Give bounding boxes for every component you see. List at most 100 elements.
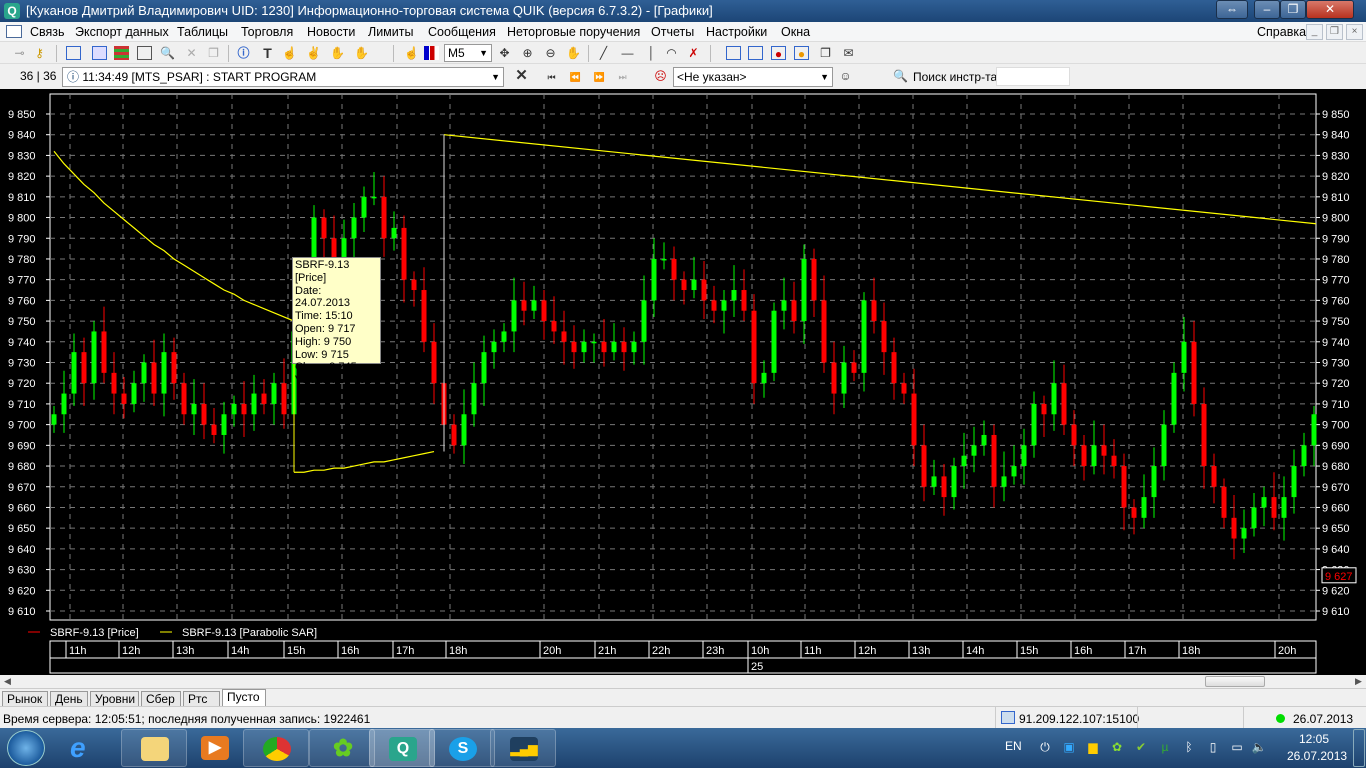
scroll-left-icon[interactable]: ◀ — [4, 676, 11, 687]
candle[interactable] — [1221, 478, 1227, 529]
mdi-close-button[interactable]: × — [1346, 24, 1363, 40]
candle[interactable] — [321, 209, 327, 262]
candle[interactable] — [1211, 453, 1217, 504]
candle[interactable] — [1171, 362, 1177, 433]
candle[interactable] — [781, 277, 787, 330]
interval-select[interactable]: M5 ▼ — [444, 44, 492, 62]
candle[interactable] — [1191, 321, 1197, 417]
hand-stop-icon[interactable]: ✋ — [354, 46, 369, 60]
tab-1[interactable]: День — [50, 691, 88, 707]
zoom-out-icon[interactable]: ⊖ — [543, 46, 558, 60]
stop-table-icon[interactable]: ● — [771, 46, 786, 61]
candle[interactable] — [181, 372, 187, 425]
taskbar-quik[interactable]: Q — [369, 729, 435, 767]
delete-drawing-icon[interactable]: ✗ — [686, 46, 701, 60]
search-table-icon[interactable]: 🔍 — [160, 46, 175, 60]
candle[interactable] — [891, 337, 897, 400]
candle[interactable] — [141, 354, 147, 402]
info-icon[interactable]: ⓘ — [236, 46, 251, 60]
legend-label[interactable]: SBRF-9.13 [Parabolic SAR] — [182, 627, 317, 639]
candle[interactable] — [1101, 424, 1107, 475]
candle[interactable] — [1041, 395, 1047, 438]
new-chart-icon[interactable] — [92, 46, 107, 60]
cancel-table-icon[interactable]: ✕ — [184, 46, 199, 60]
candle[interactable] — [1141, 474, 1147, 529]
restore-button[interactable]: ❐ — [1280, 0, 1306, 19]
power-plug-icon[interactable]: ▯ — [1205, 740, 1221, 756]
minimize-button[interactable]: – — [1254, 0, 1280, 19]
chart-tray-icon[interactable]: ▆ — [1085, 740, 1101, 756]
scroll-thumb[interactable] — [1205, 676, 1265, 687]
candle[interactable] — [861, 292, 867, 392]
candle[interactable] — [581, 329, 587, 363]
scroll-right-icon[interactable]: ▶ — [1355, 676, 1362, 687]
candle[interactable] — [921, 424, 927, 502]
menu-item[interactable]: Связь — [30, 25, 65, 39]
menu-item[interactable]: Новости — [307, 25, 355, 39]
candle[interactable] — [211, 408, 217, 444]
tab-4[interactable]: Ртс — [183, 691, 220, 707]
menu-item[interactable]: Таблицы — [177, 25, 228, 39]
taskbar-explorer[interactable] — [121, 729, 187, 767]
hand-three-icon[interactable]: ✋ — [330, 46, 345, 60]
candle[interactable] — [731, 265, 737, 317]
candle[interactable] — [171, 337, 177, 400]
candle[interactable] — [471, 362, 477, 427]
candle[interactable] — [821, 275, 827, 373]
pan-hand-icon[interactable]: ✋ — [566, 46, 581, 60]
horizontal-scrollbar[interactable]: ◀ ▶ — [0, 675, 1366, 688]
horizontal-line-icon[interactable]: — — [620, 46, 635, 60]
mdi-minimize-button[interactable]: _ — [1306, 24, 1323, 40]
hand-one-icon[interactable]: ☝ — [282, 46, 297, 60]
teamviewer-icon[interactable]: ▣ — [1061, 740, 1077, 756]
taskbar-skype[interactable]: S — [429, 729, 495, 767]
candle[interactable] — [711, 285, 717, 324]
candle[interactable] — [801, 244, 807, 344]
network-icon[interactable]: ▭ — [1229, 740, 1245, 756]
show-desktop-button[interactable] — [1353, 729, 1365, 767]
candle[interactable] — [721, 290, 727, 334]
candle[interactable] — [791, 281, 797, 334]
candle[interactable] — [691, 256, 697, 299]
candle[interactable] — [981, 420, 987, 456]
candle[interactable] — [651, 238, 657, 317]
candle[interactable] — [51, 405, 57, 433]
candle[interactable] — [871, 277, 877, 334]
hand-two-icon[interactable]: ✌ — [306, 46, 321, 60]
candle[interactable] — [851, 350, 857, 382]
menu-item[interactable]: Настройки — [706, 25, 767, 39]
first-icon[interactable]: ⏮ — [544, 70, 559, 84]
candle[interactable] — [661, 242, 667, 270]
candle[interactable] — [1181, 316, 1187, 392]
candle[interactable] — [611, 323, 617, 361]
key-icon[interactable]: ⊸ — [12, 46, 27, 60]
taskbar-icq[interactable]: ✿ — [309, 729, 375, 767]
candle[interactable] — [351, 203, 357, 259]
pointer-hand-icon[interactable]: ☝ — [404, 46, 419, 60]
trend-line-icon[interactable]: ╱ — [596, 46, 611, 60]
candle[interactable] — [221, 401, 227, 454]
menu-item[interactable]: Торговля — [241, 25, 293, 39]
candle[interactable] — [501, 323, 507, 353]
candle[interactable] — [951, 457, 957, 510]
tab-3[interactable]: Сбер — [141, 691, 181, 707]
candle[interactable] — [81, 337, 87, 406]
close-button[interactable]: ✕ — [1306, 0, 1354, 19]
menu-item[interactable]: Лимиты — [368, 25, 413, 39]
candle[interactable] — [131, 370, 137, 413]
candle[interactable] — [411, 271, 417, 307]
candle[interactable] — [1241, 509, 1247, 554]
candle[interactable] — [1301, 432, 1307, 477]
briefcase-icon[interactable]: ✉ — [841, 46, 856, 60]
candle[interactable] — [1051, 360, 1057, 431]
chart-panel[interactable]: 9 850 9 850 9 840 9 840 9 830 9 830 9 820 9 820… — [0, 89, 1366, 675]
candle[interactable] — [201, 383, 207, 440]
price-chart[interactable]: 9 850 9 850 9 840 9 840 9 830 9 830 9 820 9 820… — [0, 89, 1366, 675]
candle[interactable] — [261, 379, 267, 415]
tab-2[interactable]: Уровни — [90, 691, 139, 707]
candle[interactable] — [281, 358, 287, 429]
menu-item[interactable]: Отчеты — [651, 25, 694, 39]
candle[interactable] — [151, 339, 157, 406]
candle[interactable] — [521, 281, 527, 326]
taskbar-chart-app[interactable]: ▂▄▆ — [490, 729, 556, 767]
